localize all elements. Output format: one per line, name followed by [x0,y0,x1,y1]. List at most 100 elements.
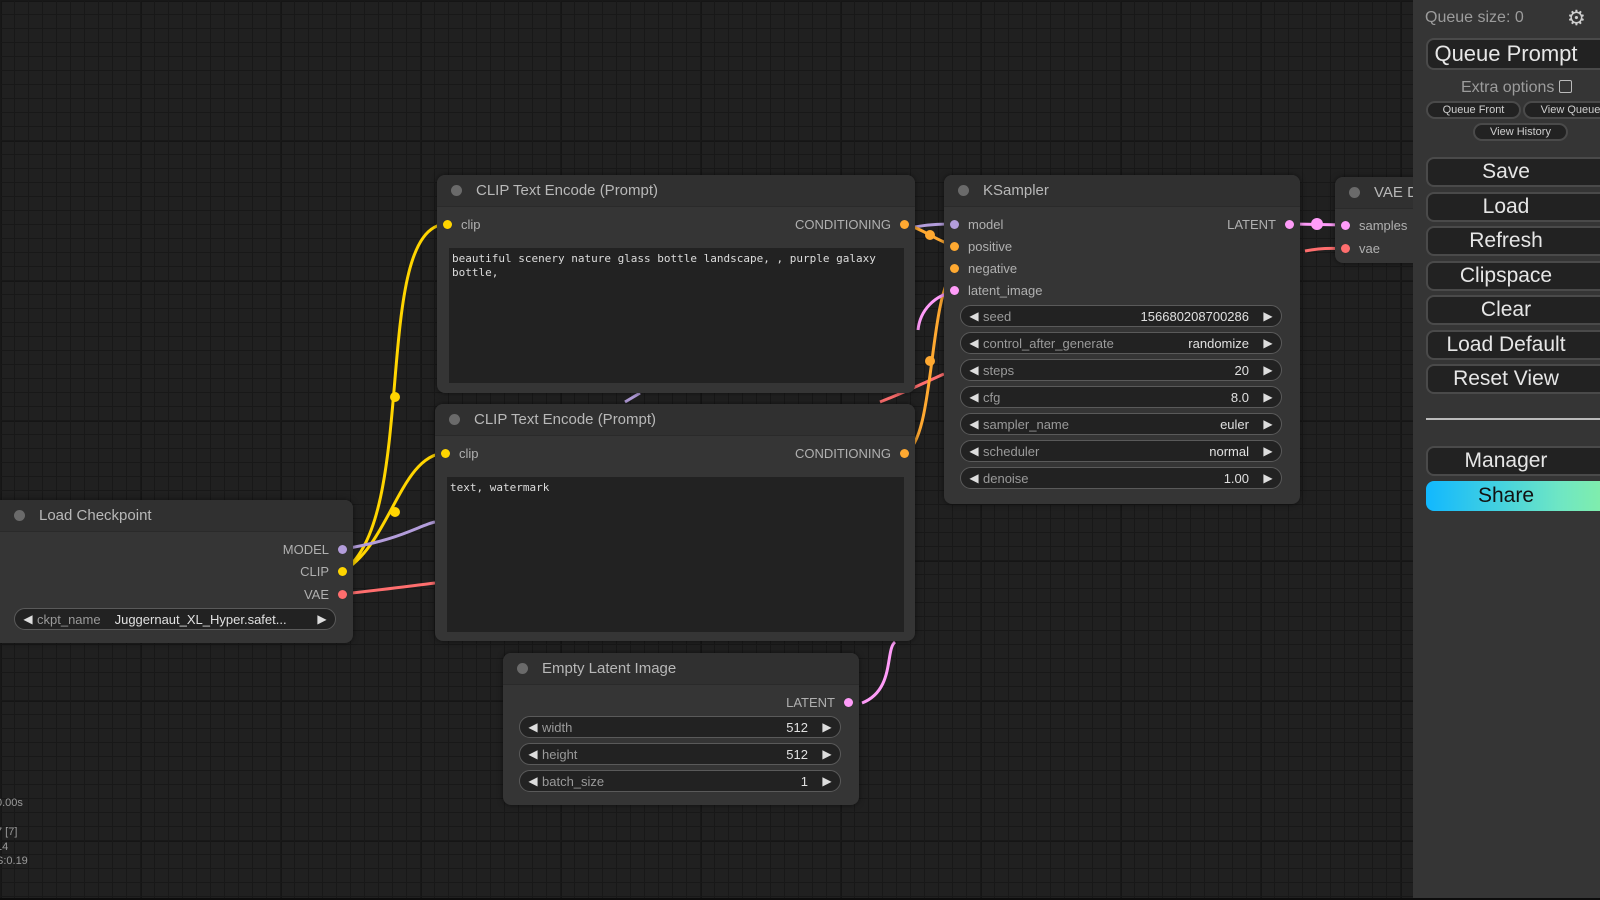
decrement-arrow-icon[interactable]: ◀ [526,720,540,734]
decrement-arrow-icon[interactable]: ◀ [967,390,981,404]
extra-options[interactable]: Extra options [1461,79,1573,97]
slot-label: CLIP [300,563,329,579]
clear-button[interactable]: Clear [1426,295,1600,325]
queue-front-button[interactable]: Queue Front [1426,101,1521,119]
input-slot-positive[interactable]: positive [950,235,1012,257]
increment-arrow-icon[interactable]: ▶ [1261,390,1275,404]
share-button[interactable]: Share [1426,481,1600,511]
widget-value[interactable]: 512 [786,747,808,762]
widget-value[interactable]: randomize [1188,336,1249,351]
input-slot-clip[interactable]: clip [443,213,481,235]
widget-ckpt-name[interactable]: ◀ ckpt_name Juggernaut_XL_Hyper.safet...… [14,608,336,630]
input-slot-negative[interactable]: negative [950,257,1017,279]
increment-arrow-icon[interactable]: ▶ [820,747,834,761]
node-empty-latent-image[interactable]: Empty Latent Image LATENT ◀ width 512 ▶ … [503,653,859,805]
increment-arrow-icon[interactable]: ▶ [1261,309,1275,323]
node-graph-canvas[interactable]: CLIP Text Encode (Prompt) clip CONDITION… [0,0,1413,898]
widget-value[interactable]: euler [1220,417,1249,432]
increment-arrow-icon[interactable]: ▶ [1261,336,1275,350]
widget-width[interactable]: ◀ width 512 ▶ [519,716,841,738]
widget-steps[interactable]: ◀ steps 20 ▶ [960,359,1282,381]
widget-control-after-generate[interactable]: ◀ control_after_generate randomize ▶ [960,332,1282,354]
node-ksampler[interactable]: KSampler model positive negative latent_… [944,175,1300,504]
prompt-textarea-negative[interactable] [447,477,904,632]
input-slot-model[interactable]: model [950,213,1003,235]
node-vae-decode[interactable]: VAE D samples vae [1335,177,1413,263]
widget-height[interactable]: ◀ height 512 ▶ [519,743,841,765]
save-button[interactable]: Save [1426,157,1600,187]
settings-gear-icon[interactable]: ⚙ [1567,6,1586,31]
input-slot-clip[interactable]: clip [441,442,479,464]
widget-batch-size[interactable]: ◀ batch_size 1 ▶ [519,770,841,792]
increment-arrow-icon[interactable]: ▶ [1261,363,1275,377]
input-slot-samples[interactable]: samples [1341,214,1407,236]
view-queue-button[interactable]: View Queue [1523,101,1600,119]
increment-arrow-icon[interactable]: ▶ [1261,417,1275,431]
widget-seed[interactable]: ◀ seed 156680208700286 ▶ [960,305,1282,327]
node-title-bar[interactable]: CLIP Text Encode (Prompt) [435,404,915,436]
queue-prompt-button[interactable]: Queue Prompt [1426,38,1600,70]
node-clip-text-encode-positive[interactable]: CLIP Text Encode (Prompt) clip CONDITION… [437,175,915,393]
increment-arrow-icon[interactable]: ▶ [820,720,834,734]
widget-value[interactable]: 20 [1235,363,1249,378]
increment-arrow-icon[interactable]: ▶ [820,774,834,788]
reset-view-button[interactable]: Reset View [1426,364,1600,394]
extra-options-checkbox[interactable] [1559,79,1573,93]
node-clip-text-encode-negative[interactable]: CLIP Text Encode (Prompt) clip CONDITION… [435,404,915,641]
widget-value[interactable]: 512 [786,720,808,735]
prompt-textarea-positive[interactable] [449,248,904,383]
output-slot-latent[interactable]: LATENT [786,691,853,713]
node-title-bar[interactable]: VAE D [1335,177,1413,209]
decrement-arrow-icon[interactable]: ◀ [967,471,981,485]
widget-value[interactable]: 8.0 [1231,390,1249,405]
decrement-arrow-icon[interactable]: ◀ [21,612,35,626]
widget-sampler-name[interactable]: ◀ sampler_name euler ▶ [960,413,1282,435]
widget-value[interactable]: normal [1209,444,1249,459]
output-slot-model[interactable]: MODEL [283,538,347,560]
load-default-button[interactable]: Load Default [1426,330,1600,360]
widget-value[interactable]: 1 [801,774,808,789]
output-slot-conditioning[interactable]: CONDITIONING [795,442,909,464]
increment-arrow-icon[interactable]: ▶ [1261,444,1275,458]
output-slot-clip[interactable]: CLIP [300,560,347,582]
node-title-bar[interactable]: CLIP Text Encode (Prompt) [437,175,915,207]
collapse-dot-icon[interactable] [517,663,528,674]
collapse-dot-icon[interactable] [1349,187,1360,198]
manager-button[interactable]: Manager [1426,446,1600,476]
decrement-arrow-icon[interactable]: ◀ [967,417,981,431]
output-slot-vae[interactable]: VAE [304,583,347,605]
collapse-dot-icon[interactable] [451,185,462,196]
refresh-button[interactable]: Refresh [1426,226,1600,256]
collapse-dot-icon[interactable] [958,185,969,196]
increment-arrow-icon[interactable]: ▶ [1261,471,1275,485]
input-slot-vae[interactable]: vae [1341,237,1380,259]
view-history-button[interactable]: View History [1473,123,1568,141]
slot-dot-icon [443,219,452,229]
widget-value[interactable]: Juggernaut_XL_Hyper.safet... [115,612,287,627]
collapse-dot-icon[interactable] [449,414,460,425]
decrement-arrow-icon[interactable]: ◀ [967,444,981,458]
node-title-bar[interactable]: Load Checkpoint [0,500,353,532]
node-title-bar[interactable]: KSampler [944,175,1300,207]
decrement-arrow-icon[interactable]: ◀ [967,309,981,323]
slot-label: clip [459,445,479,461]
widget-value[interactable]: 156680208700286 [1141,309,1249,324]
decrement-arrow-icon[interactable]: ◀ [526,774,540,788]
collapse-dot-icon[interactable] [14,510,25,521]
increment-arrow-icon[interactable]: ▶ [315,612,329,626]
input-slot-latent-image[interactable]: latent_image [950,279,1042,301]
load-button[interactable]: Load [1426,192,1600,222]
widget-scheduler[interactable]: ◀ scheduler normal ▶ [960,440,1282,462]
decrement-arrow-icon[interactable]: ◀ [967,363,981,377]
widget-value[interactable]: 1.00 [1224,471,1249,486]
widget-label: steps [983,362,1015,378]
widget-denoise[interactable]: ◀ denoise 1.00 ▶ [960,467,1282,489]
node-load-checkpoint[interactable]: Load Checkpoint MODEL CLIP VAE ◀ ckpt_na… [0,500,353,643]
decrement-arrow-icon[interactable]: ◀ [967,336,981,350]
decrement-arrow-icon[interactable]: ◀ [526,747,540,761]
output-slot-conditioning[interactable]: CONDITIONING [795,213,909,235]
widget-cfg[interactable]: ◀ cfg 8.0 ▶ [960,386,1282,408]
output-slot-latent[interactable]: LATENT [1227,213,1294,235]
clipspace-button[interactable]: Clipspace [1426,261,1600,291]
node-title-bar[interactable]: Empty Latent Image [503,653,859,685]
